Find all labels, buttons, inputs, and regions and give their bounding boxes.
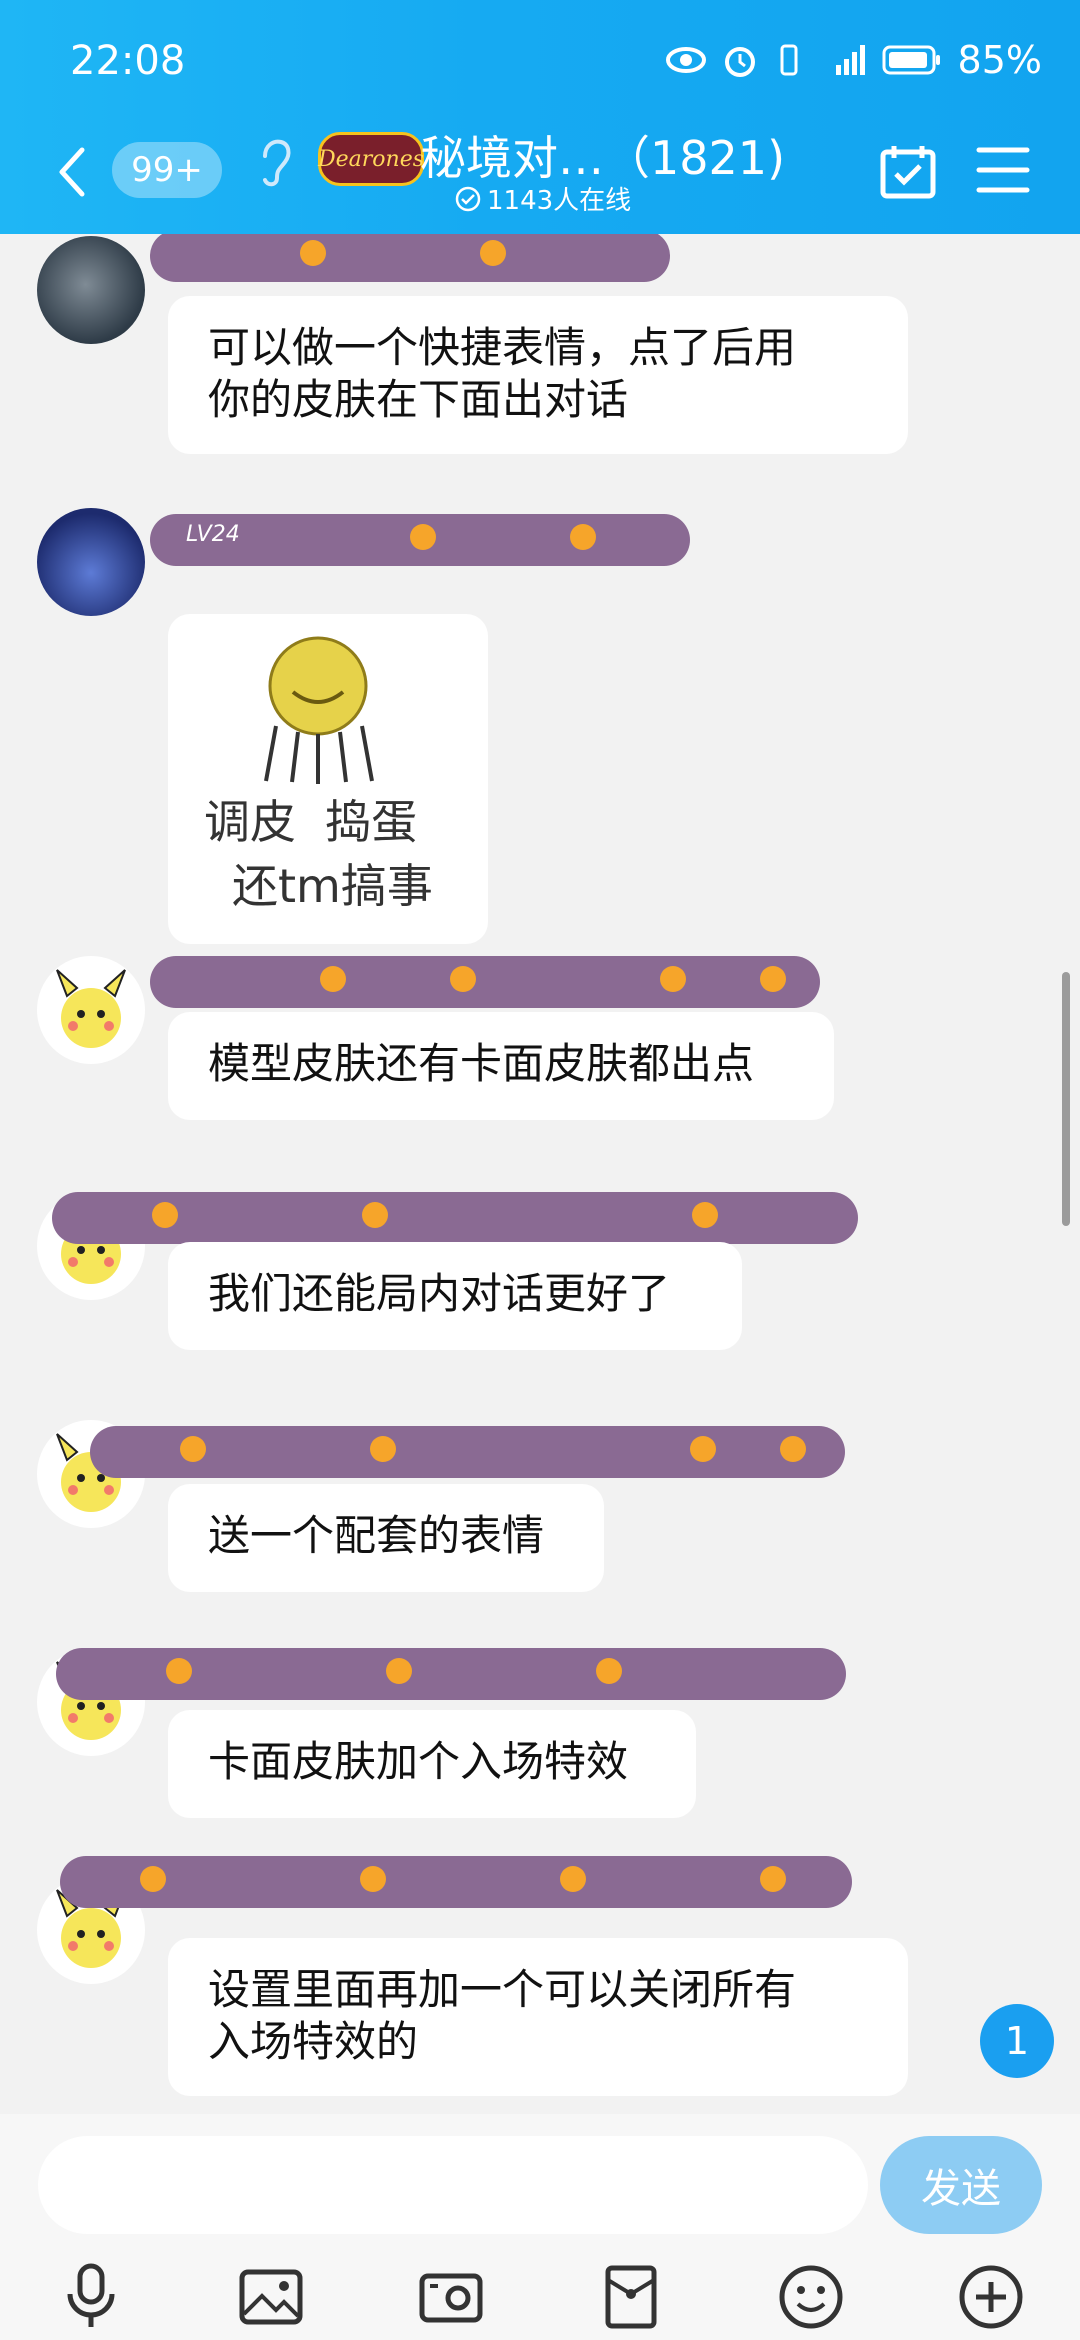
message-bubble[interactable]: 送一个配套的表情 — [168, 1484, 604, 1592]
avatar[interactable] — [37, 236, 145, 344]
photo-icon[interactable] — [236, 2262, 306, 2332]
plus-icon[interactable] — [956, 2262, 1026, 2332]
chat-header: 22:08 85% 99+ Dearones 秘境对…（1821) 1143人在… — [0, 0, 1080, 234]
red-packet-icon[interactable] — [596, 2262, 666, 2332]
scrollbar[interactable] — [1062, 972, 1070, 1226]
name-scribble — [90, 1426, 845, 1478]
unread-badge[interactable]: 99+ — [112, 142, 222, 198]
eye-icon — [665, 47, 706, 73]
signal-icon — [835, 45, 865, 75]
status-icons: 85% — [665, 38, 1042, 82]
status-time: 22:08 — [70, 38, 186, 84]
message-input[interactable] — [38, 2136, 868, 2234]
level-badge: LV24 — [186, 522, 240, 547]
online-count-text: 1143人在线 — [487, 186, 632, 216]
microphone-icon[interactable] — [56, 2262, 126, 2332]
message-list[interactable]: 可以做一个快捷表情，点了后用 你的皮肤在下面出对话 LV24 调皮 捣蛋 还tm… — [0, 234, 1080, 2114]
menu-icon[interactable] — [975, 144, 1031, 196]
message-bubble[interactable]: 设置里面再加一个可以关闭所有 入场特效的 — [168, 1938, 908, 2096]
group-title[interactable]: 秘境对…（1821) — [420, 122, 785, 188]
avatar[interactable] — [37, 508, 145, 616]
name-scribble — [150, 956, 820, 1008]
back-icon[interactable] — [52, 144, 92, 200]
message-bubble[interactable]: 卡面皮肤加个入场特效 — [168, 1710, 696, 1818]
name-scribble — [150, 234, 670, 282]
name-scribble — [60, 1856, 852, 1908]
new-message-count[interactable]: 1 — [980, 2004, 1054, 2078]
calendar-check-icon[interactable] — [878, 142, 938, 202]
ear-icon[interactable] — [255, 134, 295, 194]
name-scribble: LV24 — [150, 514, 690, 566]
message-bubble[interactable]: 我们还能局内对话更好了 — [168, 1242, 742, 1350]
sticker-caption-2: 还tm搞事 — [232, 859, 433, 913]
name-scribble — [52, 1192, 858, 1244]
avatar[interactable] — [37, 956, 145, 1064]
camera-icon[interactable] — [416, 2262, 486, 2332]
message-bubble[interactable]: 可以做一个快捷表情，点了后用 你的皮肤在下面出对话 — [168, 296, 908, 454]
battery-percent: 85% — [957, 38, 1042, 82]
online-count: 1143人在线 — [455, 180, 631, 217]
nav-bar: 99+ Dearones 秘境对…（1821) 1143人在线 — [0, 120, 1080, 232]
battery-icon — [882, 45, 940, 75]
group-logo: Dearones — [318, 132, 424, 186]
send-button[interactable]: 发送 — [880, 2136, 1042, 2234]
composer-bar: 发送 — [0, 2114, 1080, 2340]
smiley-sticker-icon — [264, 636, 374, 784]
vibrate-icon — [780, 44, 798, 76]
message-bubble[interactable]: 模型皮肤还有卡面皮肤都出点 — [168, 1012, 834, 1120]
sticker-image[interactable]: 调皮 捣蛋 还tm搞事 — [168, 614, 488, 944]
name-scribble — [56, 1648, 846, 1700]
alarm-icon — [724, 47, 755, 77]
sticker-caption-1: 调皮 捣蛋 — [204, 795, 418, 849]
emoji-icon[interactable] — [776, 2262, 846, 2332]
pikachu-avatar-icon — [56, 969, 126, 1048]
check-circle-icon — [455, 186, 481, 211]
